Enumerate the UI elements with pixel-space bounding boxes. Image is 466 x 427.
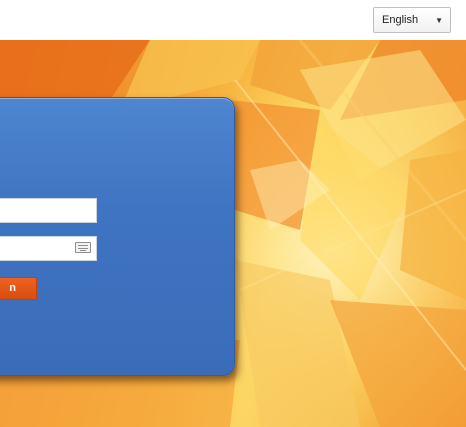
login-page: English ▼ n [0,0,466,427]
language-select[interactable]: English ▼ [373,7,451,33]
login-panel: n [0,97,235,376]
keyboard-icon[interactable] [75,242,91,253]
login-button[interactable]: n [0,277,37,300]
language-select-value: English [382,14,419,26]
background-artwork: n [0,40,466,427]
username-input[interactable] [0,198,97,223]
caret-down-icon[interactable]: ▼ [435,16,443,25]
login-button-label: n [9,282,16,294]
top-bar: English ▼ [0,0,466,40]
